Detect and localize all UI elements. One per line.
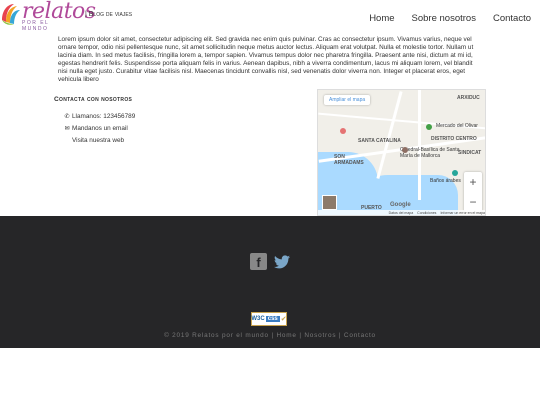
checkmark-icon: ✔ [280, 316, 287, 323]
map-enlarge-link[interactable]: Ampliar el mapa [324, 95, 371, 105]
map-label: Mercado del Olivar [436, 123, 478, 129]
embedded-map[interactable]: Ampliar el mapa ARXIDUC SANTA CATALINA M… [317, 89, 486, 216]
zoom-out-button[interactable]: − [464, 192, 482, 212]
twitter-icon[interactable] [273, 253, 291, 270]
map-label: Baños árabes [430, 178, 461, 184]
map-zoom-control: + − [464, 172, 482, 212]
google-logo: Google [390, 202, 411, 208]
street-view-icon[interactable] [322, 195, 337, 210]
copyright-text: © 2019 Relatos por el mundo | Home | Nos… [164, 332, 376, 339]
intro-paragraph: Lorem ipsum dolor sit amet, consectetur … [58, 36, 474, 83]
map-label: SON ARMADAMS [334, 154, 364, 166]
w3c-css-badge[interactable]: W3C css ✔ [251, 312, 287, 326]
map-terms-link[interactable]: Condiciones [417, 211, 436, 215]
map-road [418, 90, 421, 200]
nav-contact-link[interactable]: Contacto [493, 13, 531, 24]
phone-icon: ✆ [64, 113, 70, 120]
contact-email-item[interactable]: ✉ Mandanos un email [62, 122, 135, 134]
contact-web-text: Visita nuestra web [72, 136, 125, 144]
contact-list: ✆ Llamanos: 123456789 ✉ Mandanos un emai… [62, 110, 135, 146]
map-label: ARXIDUC [457, 95, 480, 101]
site-logo[interactable]: relatos POR EL MUNDO [0, 0, 96, 32]
site-tagline: | Blog de viajes [85, 11, 133, 18]
contact-heading: Contacta con nosotros [54, 96, 133, 103]
badge-w3c-text: W3C [251, 316, 265, 322]
map-pin-icon[interactable] [340, 128, 346, 134]
envelope-icon: ✉ [64, 125, 70, 132]
map-label: SINDICAT [458, 150, 482, 156]
nav-about-link[interactable]: Sobre nosotros [412, 13, 476, 24]
contact-phone-text: Llamanos: 123456789 [72, 112, 136, 120]
map-label: DISTRITO CENTRO [431, 136, 477, 142]
logo-mark-icon [2, 4, 20, 25]
contact-phone-item[interactable]: ✆ Llamanos: 123456789 [62, 110, 135, 122]
social-links: f [250, 253, 291, 270]
site-footer: f W3C css ✔ © 2019 Relatos por el mundo … [0, 216, 540, 348]
zoom-in-button[interactable]: + [464, 172, 482, 192]
map-pin-icon[interactable] [452, 170, 458, 176]
facebook-icon[interactable]: f [250, 253, 267, 270]
contact-email-text: Mandanos un email [72, 124, 128, 132]
map-attribution-bar: Datos del mapa Condiciones Informar un e… [318, 210, 485, 215]
main-nav: Home Sobre nosotros Contacto [369, 13, 531, 24]
badge-css-text: css [265, 316, 280, 322]
map-pin-icon[interactable] [402, 147, 408, 153]
map-report-link[interactable]: Informar un error en el mapa [440, 211, 485, 215]
contact-web-item[interactable]: Visita nuestra web [62, 134, 135, 146]
site-header: relatos POR EL MUNDO | Blog de viajes Ho… [0, 0, 540, 34]
map-pin-icon[interactable] [426, 124, 432, 130]
map-road [376, 91, 403, 179]
nav-home-link[interactable]: Home [369, 13, 394, 24]
map-data-link[interactable]: Datos del mapa [389, 211, 414, 215]
logo-subtitle: POR EL MUNDO [22, 20, 50, 32]
map-label: SANTA CATALINA [358, 138, 401, 144]
